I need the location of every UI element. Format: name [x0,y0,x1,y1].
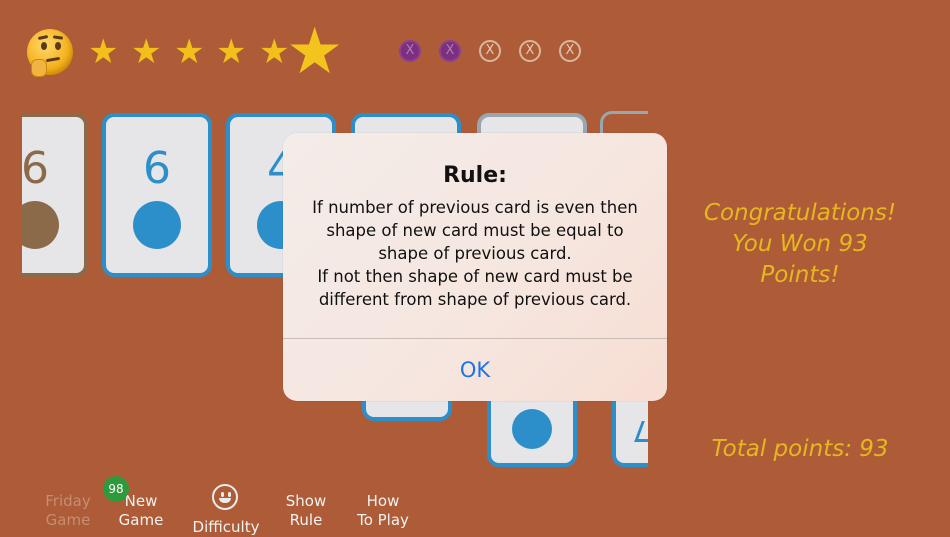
life-marker: X [559,40,581,62]
star-icon: ★ [259,32,290,72]
life-marker: X [479,40,501,62]
life-marker-used: X [399,40,421,62]
star-icon: ★ [88,32,119,72]
show-rule-label-line1: Show [285,492,327,510]
circle-shape-icon [133,201,181,249]
shape-partial-icon [634,421,648,442]
new-game-label-line2: Game [118,511,164,529]
how-to-play-label-line1: How [366,492,400,510]
friday-game-button[interactable]: Friday Game [38,492,98,530]
star-icon: ★ [131,32,162,72]
friday-game-label-line2: Game [45,511,91,529]
circle-shape-icon [512,409,552,449]
show-rule-button[interactable]: Show Rule [276,492,336,530]
dialog-message: If number of previous card is even then … [312,198,638,309]
difficulty-button[interactable]: Difficulty [186,518,266,537]
total-points: Total points: 93 [711,436,889,462]
star-icon: ★ [174,32,205,72]
card-number: 6 [22,143,49,194]
life-marker-used: X [439,40,461,62]
star-icon: ★ [216,32,247,72]
card[interactable]: 6 [102,113,212,277]
congrats-line1: Congratulations! [703,200,897,226]
ok-button[interactable]: OK [283,339,667,401]
card-number: 6 [143,143,171,194]
new-game-badge: 98 [103,476,129,502]
dialog-title: Rule: [443,163,507,188]
life-marker: X [519,40,541,62]
how-to-play-label-line2: To Play [357,511,409,529]
show-rule-label-line2: Rule [289,511,323,529]
big-star-icon: ★ [286,15,344,89]
how-to-play-button[interactable]: How To Play [346,492,420,530]
card[interactable]: 6 [22,113,88,277]
circle-shape-icon [22,201,59,249]
thinking-face-icon [27,29,73,77]
smiley-face-icon[interactable] [212,484,238,510]
rule-alert-dialog: Rule: If number of previous card is even… [283,133,667,401]
friday-game-label-line1: Friday [45,492,91,510]
congrats-line2: You Won 93 Points! [732,231,868,288]
congratulations-message: Congratulations! You Won 93 Points! [690,198,910,291]
